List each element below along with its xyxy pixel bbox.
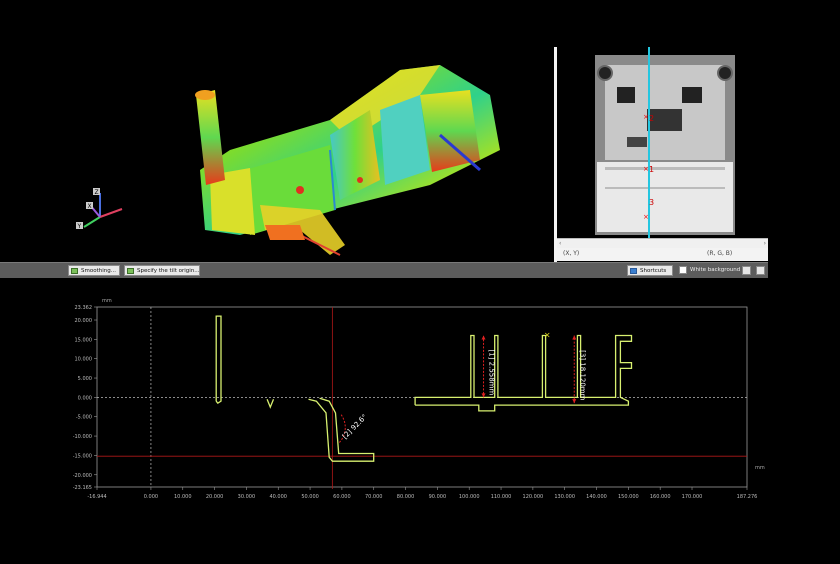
dimension-label: [3] 18.120mm [578,350,586,400]
x-tick-label: 40.000 [269,494,287,500]
x-tick-label: 187.276 [737,494,758,500]
scan-marker-3: 3 [649,198,654,207]
y-tick-label: 0.000 [78,395,92,401]
y-tick-label: -5.000 [76,415,92,421]
svg-text:×: × [643,165,649,173]
y-tick-label: -15.000 [73,453,92,459]
3d-viewport[interactable]: Z X Y [0,40,556,260]
pointer-rgb: (R, G, B) [707,250,733,257]
profile-chart-svg: 23.362 20.000 15.000 10.000 5.000 0.000 -5.000… [73,298,765,500]
y-tick-label: 23.362 [75,305,93,311]
x-tick-label: 110.000 [491,494,512,500]
y-axis-unit: mm [102,298,112,304]
x-tick-label: 140.000 [586,494,607,500]
y-tick-label: 10.000 [75,357,93,363]
pointer-coords: (X, Y) [563,250,580,257]
smoothing-button[interactable]: Smoothing... [68,265,120,276]
x-tick-label: 80.000 [397,494,415,500]
y-tick-label: -10.000 [73,434,92,440]
x-tick-label: 160.000 [650,494,671,500]
y-tick-label: 15.000 [75,337,93,343]
dimension-label: [1] 2.558mm [488,350,496,396]
x-tick-label: 10.000 [174,494,192,500]
x-tick-label: 30.000 [238,494,256,500]
profile-chart[interactable]: 23.362 20.000 15.000 10.000 5.000 0.000 -5.000… [0,290,840,560]
y-tick-label: -20.000 [73,473,92,479]
svg-text:×: × [643,113,649,121]
y-tick-label: 5.000 [78,376,92,382]
x-tick-label: 120.000 [523,494,544,500]
keyboard-icon [630,268,637,274]
scroll-right-icon[interactable]: › [764,240,766,247]
point-marker: × [544,330,551,339]
x-tick-label: 50.000 [301,494,319,500]
y-tick-label: 20.000 [75,318,93,324]
x-tick-label: 60.000 [333,494,351,500]
y-tick-label: -23.165 [73,485,92,491]
top-view-image: 1 2 3 × × × [595,47,735,238]
height-image-panel[interactable]: 1 2 3 × × × [557,47,768,262]
x-tick-label: 130.000 [554,494,575,500]
profile-curve [215,315,633,462]
smoothing-icon [71,268,78,274]
shortcuts-button[interactable]: Shortcuts [627,265,673,276]
scan-marker-1: 1 [649,165,654,174]
image-status-bar: (X, Y) (R, G, B) [557,248,768,261]
white-background-checkbox[interactable] [679,266,687,274]
dimension-arrow [481,335,486,340]
dimension-arrow [572,399,577,404]
dimension-arrow [572,335,577,340]
x-tick-label: 70.000 [365,494,383,500]
x-tick-label: 20.000 [206,494,224,500]
x-tick-label: 170.000 [682,494,703,500]
x-tick-label: 0.000 [144,494,158,500]
x-tick-label: 100.000 [459,494,480,500]
layout-split-button[interactable] [742,266,751,275]
axis-x-label: X [88,203,92,210]
axis-z-label: Z [95,189,99,196]
svg-text:×: × [643,213,649,221]
angle-label: [2] 92.6° [341,413,369,441]
axis-y-label: Y [77,223,82,230]
white-background-label: White background [690,267,741,273]
axis-triad: Z X Y [76,188,123,230]
toolbar: Smoothing... Specify the tilt origin... … [0,262,768,278]
scroll-left-icon[interactable]: ‹ [559,240,561,247]
x-tick-label: -16.944 [87,494,106,500]
x-axis-unit: mm [755,465,765,471]
x-tick-label: 90.000 [429,494,447,500]
layout-full-button[interactable] [756,266,765,275]
x-tick-label: 150.000 [618,494,639,500]
scan-marker-2: 2 [649,114,654,123]
tilt-origin-button[interactable]: Specify the tilt origin... [124,265,200,276]
tilt-icon [127,268,134,274]
